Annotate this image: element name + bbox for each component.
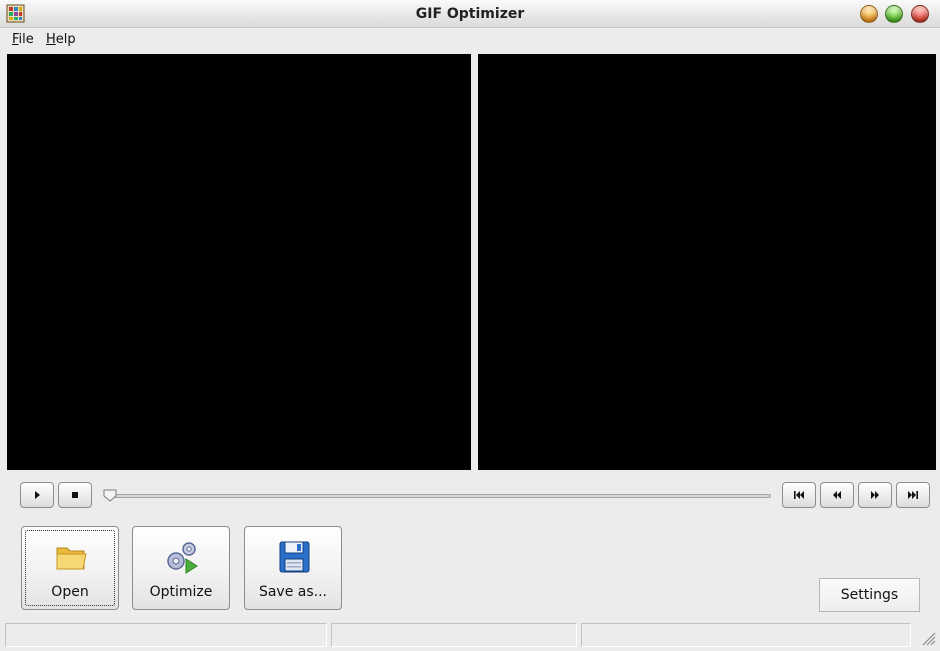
floppy-disk-icon (279, 541, 310, 573)
gears-icon (167, 542, 198, 574)
status-bar (0, 620, 940, 651)
first-frame-icon (794, 491, 804, 499)
resize-grip-icon[interactable] (918, 628, 936, 646)
window-title: GIF Optimizer (415, 6, 525, 22)
status-cell-3 (581, 623, 911, 647)
folder-icon (56, 547, 87, 570)
menu-file[interactable]: File (12, 32, 34, 47)
save-as-button[interactable]: Save as... (244, 526, 342, 610)
original-preview-pane (7, 54, 471, 470)
maximize-icon[interactable] (885, 5, 903, 23)
save-as-button-label: Save as... (258, 584, 328, 600)
last-frame-icon (908, 491, 918, 499)
title-bar: GIF Optimizer (0, 0, 940, 28)
menu-file-label: ile (18, 32, 34, 47)
settings-button[interactable]: Settings (819, 578, 920, 612)
frame-slider-track[interactable] (108, 494, 771, 498)
menu-help-label: elp (55, 32, 76, 47)
open-button-label: Open (51, 584, 89, 600)
last-frame-button[interactable] (896, 482, 930, 508)
first-frame-button[interactable] (782, 482, 816, 508)
optimize-button[interactable]: Optimize (132, 526, 230, 610)
menu-help-mnemonic: H (46, 32, 56, 47)
open-button[interactable]: Open (21, 526, 119, 610)
next-frame-button[interactable] (858, 482, 892, 508)
status-cell-1 (5, 623, 327, 647)
menu-help[interactable]: Help (46, 32, 76, 47)
previous-frame-button[interactable] (820, 482, 854, 508)
previous-frame-icon (833, 491, 841, 499)
close-icon[interactable] (911, 5, 929, 23)
menu-bar: File Help (0, 29, 940, 51)
status-cell-2 (331, 623, 577, 647)
next-frame-icon (871, 491, 879, 499)
optimize-button-label: Optimize (149, 584, 213, 600)
play-icon (35, 491, 40, 499)
stop-icon (72, 492, 78, 498)
optimized-preview-pane (478, 54, 936, 470)
play-button[interactable] (20, 482, 54, 508)
frame-slider-thumb[interactable] (103, 489, 117, 502)
minimize-icon[interactable] (860, 5, 878, 23)
stop-button[interactable] (58, 482, 92, 508)
